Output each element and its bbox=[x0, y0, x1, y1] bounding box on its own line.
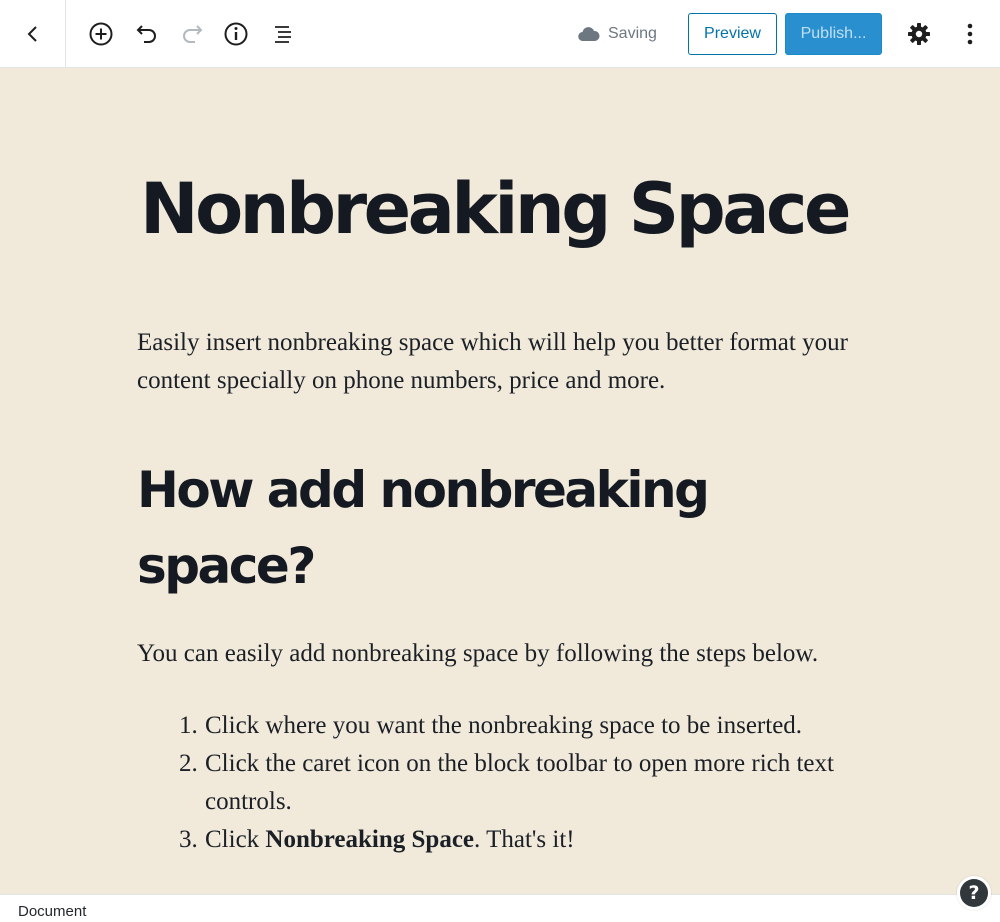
preview-button[interactable]: Preview bbox=[688, 13, 777, 55]
help-icon: ? bbox=[960, 879, 988, 907]
editor-canvas[interactable]: Nonbreaking Space Easily insert nonbreak… bbox=[0, 68, 1000, 894]
saving-label: Saving bbox=[608, 25, 657, 42]
more-menu-button[interactable] bbox=[955, 19, 985, 49]
editor-header: Saving Preview Publish... bbox=[0, 0, 1000, 68]
saving-status: Saving bbox=[578, 22, 657, 46]
chevron-left-icon bbox=[27, 26, 37, 42]
list-item-number: 1. bbox=[179, 712, 198, 739]
list-item-text: Click the caret icon on the block toolba… bbox=[205, 750, 834, 815]
list-item-text-post: . That's it! bbox=[474, 826, 575, 853]
list-item-text: Click where you want the nonbreaking spa… bbox=[205, 712, 803, 739]
info-icon bbox=[224, 22, 248, 46]
list-item[interactable]: 3. Click Nonbreaking Space. That's it! bbox=[179, 821, 865, 859]
help-button[interactable]: ? bbox=[957, 876, 991, 910]
list-item[interactable]: 2. Click the caret icon on the block too… bbox=[179, 745, 865, 821]
list-item[interactable]: 1. Click where you want the nonbreaking … bbox=[179, 707, 865, 745]
paragraph-block-steps-intro[interactable]: You can easily add nonbreaking space by … bbox=[137, 635, 867, 673]
add-block-button[interactable] bbox=[86, 19, 116, 49]
list-outline-icon bbox=[275, 26, 291, 43]
more-vertical-icon bbox=[967, 23, 973, 45]
cloud-icon bbox=[578, 27, 600, 42]
heading-block[interactable]: How add nonbreaking space? bbox=[137, 452, 857, 604]
redo-button[interactable] bbox=[177, 19, 207, 49]
list-block[interactable]: 1. Click where you want the nonbreaking … bbox=[179, 707, 865, 859]
info-button[interactable] bbox=[221, 19, 251, 49]
list-item-number: 3. bbox=[179, 826, 198, 853]
breadcrumb[interactable]: Document bbox=[18, 903, 86, 920]
gear-icon bbox=[908, 23, 930, 45]
list-item-bold-text: Nonbreaking Space bbox=[265, 826, 475, 853]
undo-icon bbox=[136, 25, 156, 43]
post-title[interactable]: Nonbreaking Space bbox=[140, 164, 880, 254]
list-item-number: 2. bbox=[179, 750, 198, 777]
settings-button[interactable] bbox=[904, 19, 934, 49]
editor-footer: Document bbox=[0, 894, 1000, 922]
paragraph-block-intro[interactable]: Easily insert nonbreaking space which wi… bbox=[137, 324, 867, 400]
undo-button[interactable] bbox=[132, 19, 162, 49]
redo-icon bbox=[183, 25, 203, 43]
plus-circle-icon bbox=[89, 22, 113, 46]
block-navigation-button[interactable] bbox=[268, 19, 298, 49]
list-item-text-pre: Click bbox=[205, 826, 266, 853]
back-button[interactable] bbox=[0, 0, 66, 68]
publish-button[interactable]: Publish... bbox=[785, 13, 882, 55]
